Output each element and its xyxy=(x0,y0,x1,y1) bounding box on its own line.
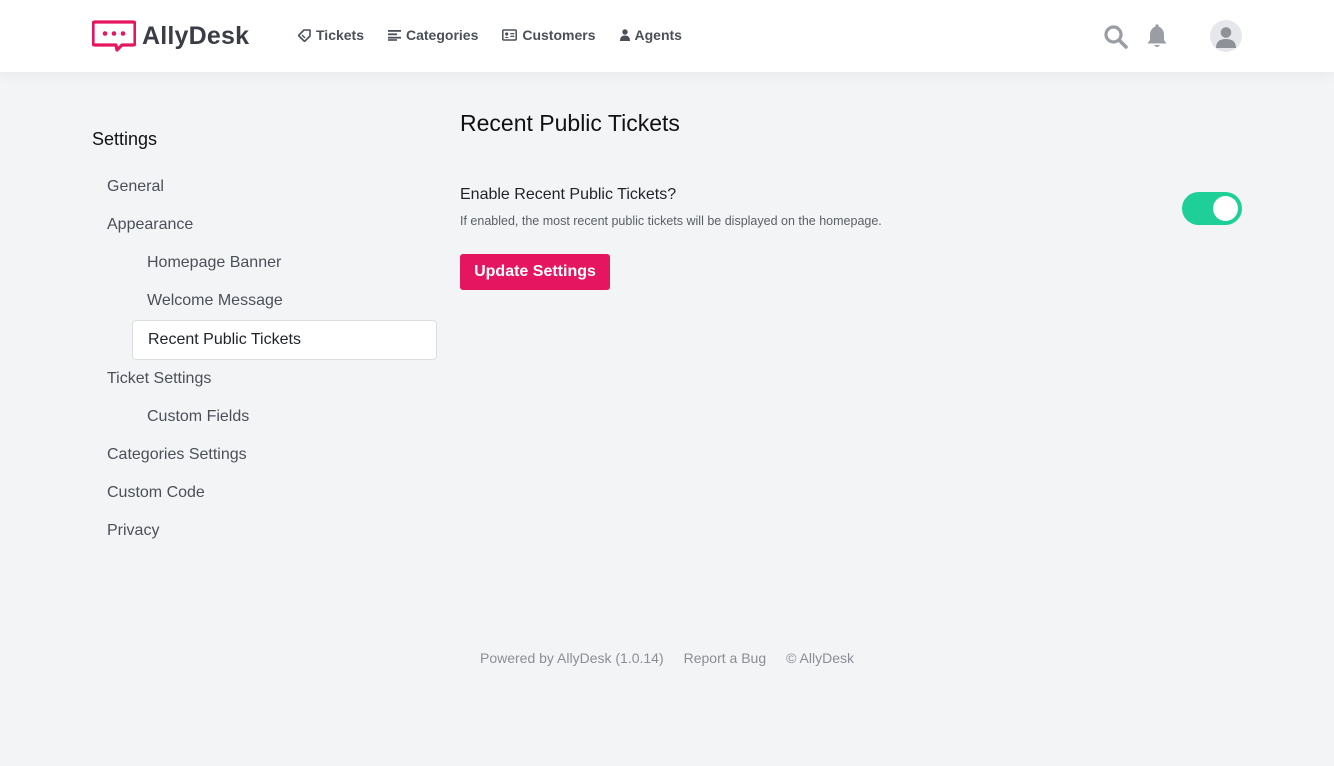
sidebar-item-categories-settings[interactable]: Categories Settings xyxy=(107,446,247,464)
report-bug-link[interactable]: Report a Bug xyxy=(684,650,767,666)
nav-categories[interactable]: Categories xyxy=(388,27,478,43)
nav-customers[interactable]: Customers xyxy=(502,27,596,43)
user-icon xyxy=(619,29,630,41)
logo[interactable]: AllyDesk xyxy=(92,20,249,52)
enable-recent-tickets-toggle[interactable] xyxy=(1182,192,1242,225)
nav-agents-label: Agents xyxy=(634,27,682,43)
toggle-knob xyxy=(1213,196,1238,221)
sidebar-item-privacy[interactable]: Privacy xyxy=(107,522,159,540)
top-navbar: AllyDesk Tickets Categories Customers Ag… xyxy=(0,0,1334,72)
sidebar-item-recent-public-tickets[interactable]: Recent Public Tickets xyxy=(132,320,437,360)
bell-icon[interactable] xyxy=(1146,24,1168,50)
search-icon[interactable] xyxy=(1103,24,1129,50)
avatar-icon xyxy=(1216,27,1236,48)
app-name: AllyDesk xyxy=(142,21,250,50)
sidebar-item-homepage-banner[interactable]: Homepage Banner xyxy=(147,254,281,272)
nav-tickets[interactable]: Tickets xyxy=(298,27,364,43)
id-card-icon xyxy=(502,29,518,41)
chat-bubble-logo-icon xyxy=(92,20,136,52)
sidebar-title: Settings xyxy=(92,129,158,149)
footer: Powered by AllyDesk (1.0.14) Report a Bu… xyxy=(0,650,1334,666)
setting-help-text: If enabled, the most recent public ticke… xyxy=(460,214,882,228)
sidebar-item-appearance[interactable]: Appearance xyxy=(107,216,193,234)
sidebar-item-general[interactable]: General xyxy=(107,178,164,196)
list-icon xyxy=(388,30,401,41)
main-nav: Tickets Categories Customers Agents xyxy=(298,27,706,43)
sidebar-item-custom-fields[interactable]: Custom Fields xyxy=(147,408,249,426)
nav-tickets-label: Tickets xyxy=(316,27,364,43)
powered-by-link[interactable]: Powered by AllyDesk (1.0.14) xyxy=(480,650,664,666)
update-settings-button[interactable]: Update Settings xyxy=(460,254,610,290)
ticket-icon xyxy=(298,28,311,42)
nav-agents[interactable]: Agents xyxy=(619,27,682,43)
sidebar-item-custom-code[interactable]: Custom Code xyxy=(107,484,205,502)
nav-customers-label: Customers xyxy=(522,27,596,43)
copyright-text: © AllyDesk xyxy=(786,650,855,666)
setting-label: Enable Recent Public Tickets? xyxy=(460,186,677,203)
nav-categories-label: Categories xyxy=(406,27,479,43)
sidebar-item-welcome-message[interactable]: Welcome Message xyxy=(147,292,283,310)
sidebar-item-ticket-settings[interactable]: Ticket Settings xyxy=(107,370,211,388)
topbar-actions xyxy=(1103,24,1168,50)
user-avatar[interactable] xyxy=(1210,20,1242,52)
page-title: Recent Public Tickets xyxy=(460,110,680,136)
